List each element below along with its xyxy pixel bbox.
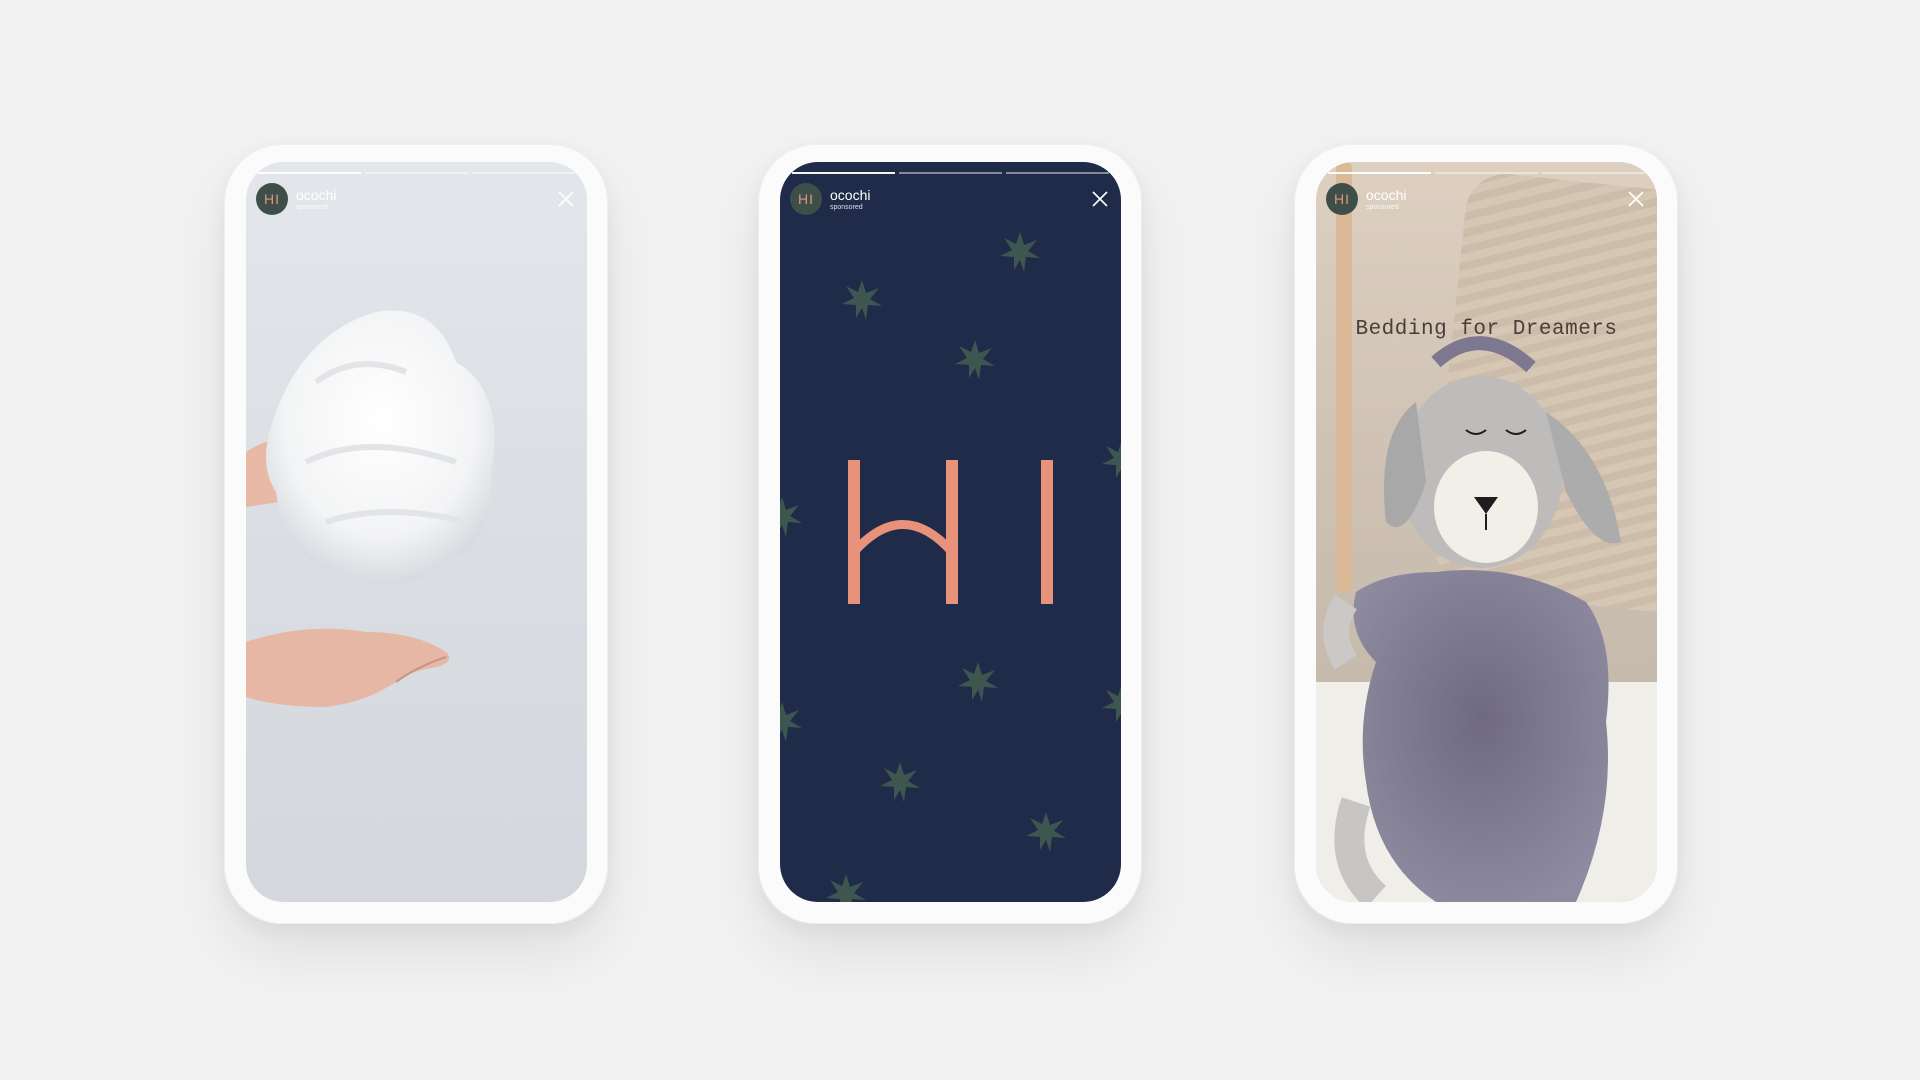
star-icon	[880, 762, 920, 802]
progress-segment	[258, 172, 361, 174]
star-icon	[842, 280, 882, 320]
story-screen-1: HI ocochi sponsored	[246, 162, 587, 902]
star-icon	[780, 702, 802, 742]
progress-segment	[1435, 172, 1538, 174]
progress-segment	[1542, 172, 1645, 174]
close-icon	[1092, 191, 1108, 207]
close-icon	[1628, 191, 1644, 207]
progress-segment	[1328, 172, 1431, 174]
phone-mockup-2: HI ocochi sponsored	[758, 144, 1142, 924]
story-header: HI ocochi sponsored	[1326, 182, 1647, 216]
account-meta: ocochi sponsored	[1366, 188, 1406, 211]
progress-segment	[899, 172, 1002, 174]
star-icon	[958, 662, 998, 702]
account-name[interactable]: ocochi	[1366, 188, 1406, 202]
star-icon	[1102, 687, 1121, 722]
story-progress	[1328, 172, 1645, 174]
account-name[interactable]: ocochi	[296, 188, 336, 202]
story-header: HI ocochi sponsored	[790, 182, 1111, 216]
avatar[interactable]: HI	[256, 183, 288, 215]
account-meta: ocochi sponsored	[830, 188, 870, 211]
sponsored-label: sponsored	[1366, 203, 1399, 211]
sponsored-label: sponsored	[296, 203, 329, 211]
progress-segment	[365, 172, 468, 174]
sponsored-label: sponsored	[830, 203, 863, 211]
star-icon	[1000, 232, 1040, 272]
close-button[interactable]	[555, 188, 577, 210]
story-screen-3: Bedding for Dreamers HI ocochi sponsored	[1316, 162, 1657, 902]
story-progress	[258, 172, 575, 174]
progress-segment	[472, 172, 575, 174]
close-button[interactable]	[1089, 188, 1111, 210]
star-icon	[955, 340, 995, 380]
story-headline: Bedding for Dreamers	[1355, 318, 1618, 341]
story-progress	[792, 172, 1109, 174]
star-icon	[826, 874, 866, 902]
account-name[interactable]: ocochi	[830, 188, 870, 202]
close-icon	[558, 191, 574, 207]
star-icon	[1102, 443, 1121, 478]
close-button[interactable]	[1625, 188, 1647, 210]
story-header: HI ocochi sponsored	[256, 182, 577, 216]
account-meta: ocochi sponsored	[296, 188, 336, 211]
avatar[interactable]: HI	[1326, 183, 1358, 215]
hi-logo	[848, 460, 1053, 604]
star-icon	[1026, 812, 1066, 852]
story-image-fiber	[246, 310, 495, 707]
phone-mockup-1: HI ocochi sponsored	[224, 144, 608, 924]
progress-segment	[792, 172, 895, 174]
story-screen-2: HI ocochi sponsored	[780, 162, 1121, 902]
story-image-plush-dog	[1323, 336, 1621, 902]
avatar[interactable]: HI	[790, 183, 822, 215]
star-icon	[780, 497, 802, 537]
progress-segment	[1006, 172, 1109, 174]
phone-mockup-3: Bedding for Dreamers HI ocochi sponsored	[1294, 144, 1678, 924]
